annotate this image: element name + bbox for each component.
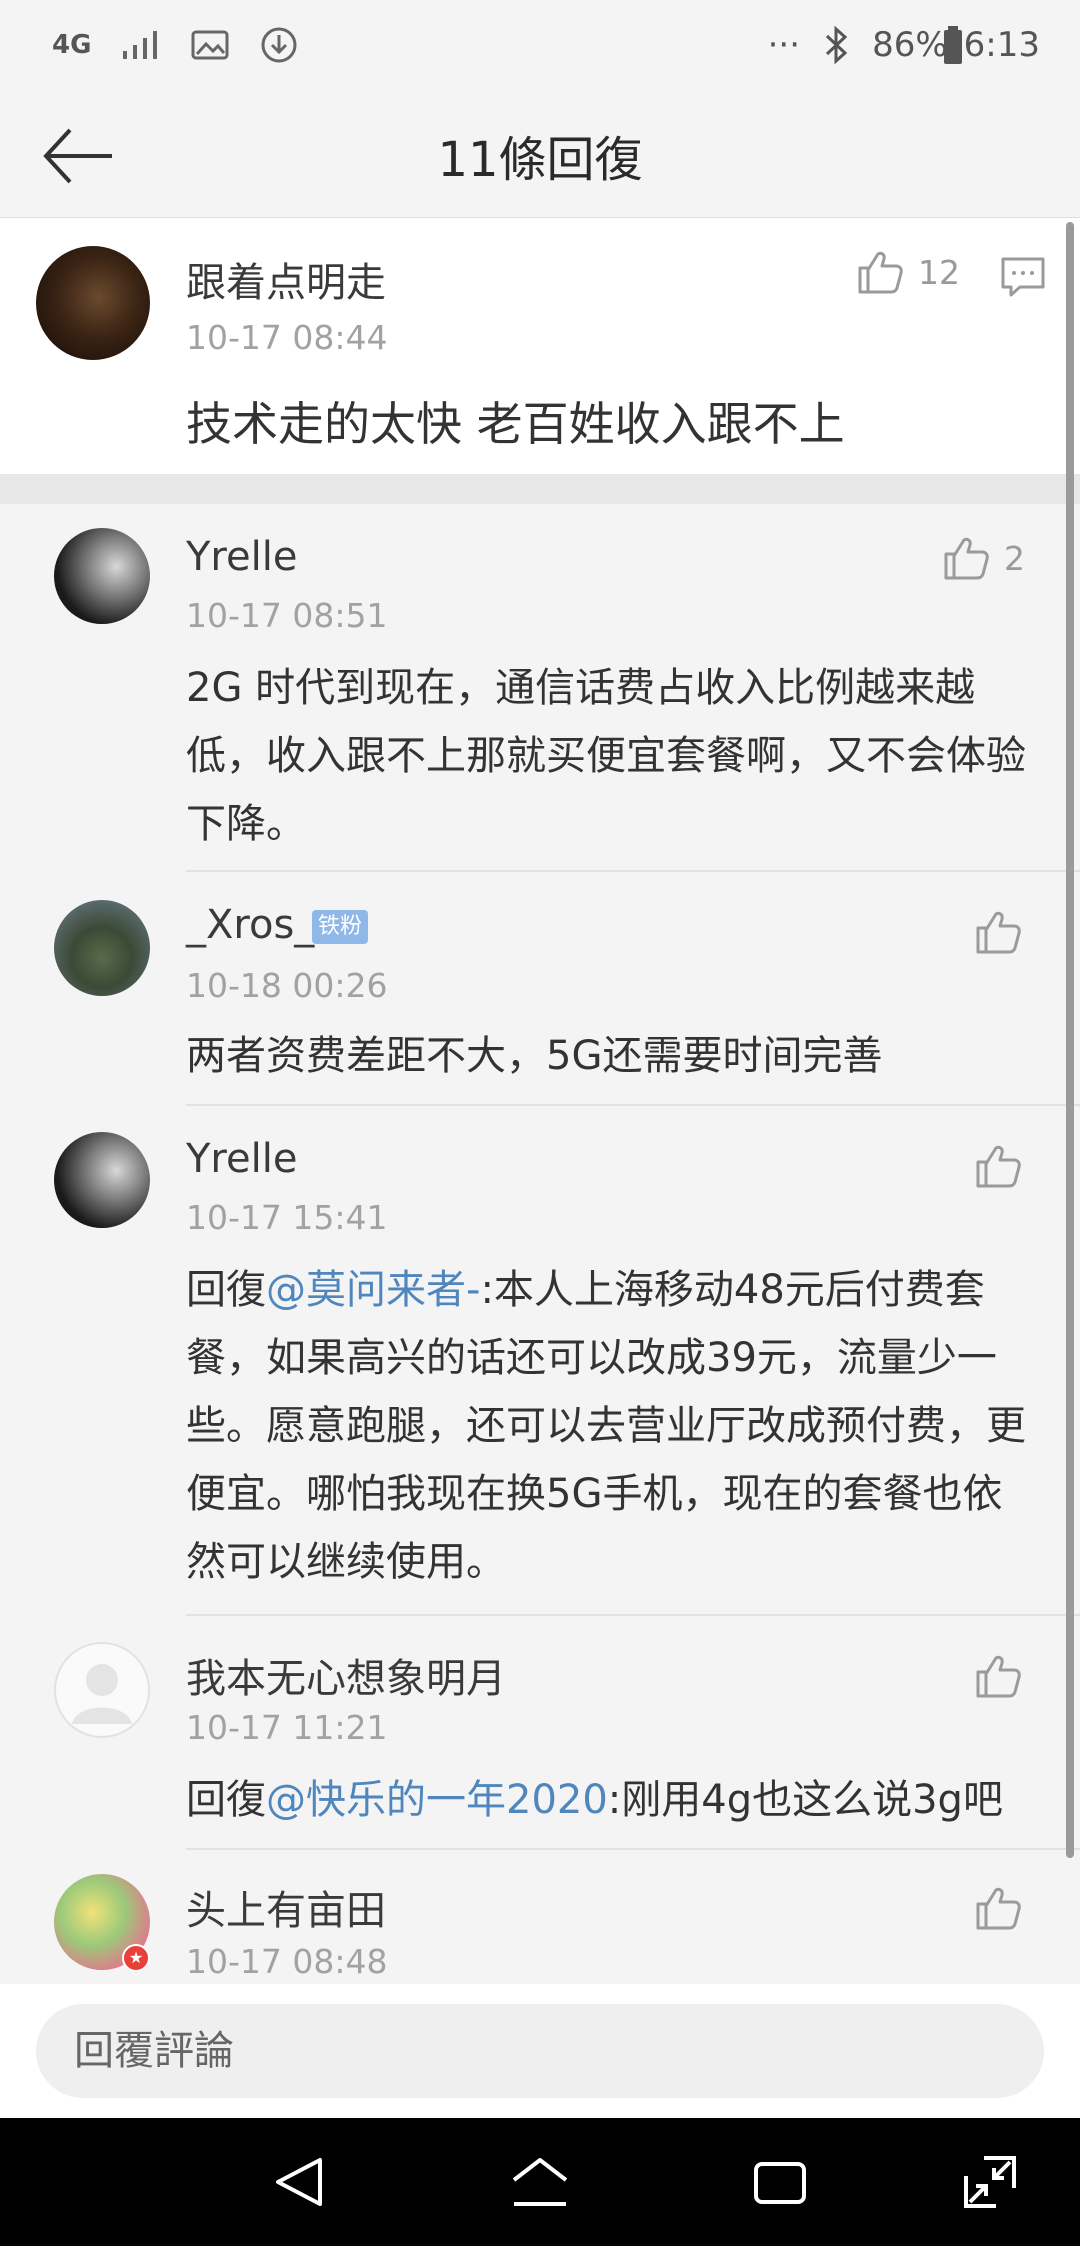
reply-timestamp: 10-18 00:26 [186,966,388,1005]
reply-input[interactable]: 回覆評論 [36,2004,1044,2098]
thumbs-up-icon [944,537,989,580]
status-left: 4G [52,25,329,65]
more-dots: ··· [767,25,801,65]
reply-prefix: 回復 [186,1267,266,1313]
list-item: 我本无心想象明月 10-17 11:21 回復@快乐的一年2020:刚用4g也这… [0,1616,1080,1850]
reply-content: :本人上海移动48元后付费套餐，如果高兴的话还可以改成39元，流量少一些。愿意跑… [186,1267,1026,1585]
like-button[interactable]: 12 [856,248,960,296]
reply-prefix: 回復 [186,1777,266,1823]
reply-text: 两者资费差距不大，5G还需要时间完善 [186,1033,883,1079]
signal-icon [123,31,158,59]
thumbs-up-icon [976,1887,1021,1930]
comment-icon [1001,257,1045,297]
reply-text: 2G 时代到现在，通信话费占收入比例越来越低，收入跟不上那就买便宜套餐啊，又不会… [186,665,1026,847]
download-icon [261,27,297,63]
reply-timestamp: 10-17 11:21 [186,1708,388,1747]
battery-icon [943,26,962,64]
status-right: ··· 86% 6:13 [746,25,1040,65]
clock: 6:13 [963,25,1040,65]
nav-back-button[interactable] [268,2150,332,2214]
thumbs-up-icon [976,1655,1021,1698]
reply-timestamp: 10-17 08:48 [186,1942,388,1981]
section-separator [0,474,1080,504]
reply-text: 回復@快乐的一年2020:刚用4g也这么说3g吧 [186,1766,1036,1834]
network-type: 4G [52,30,92,60]
image-icon [191,30,229,60]
fan-badge: 铁粉 [312,910,369,944]
avatar[interactable] [54,900,150,996]
mention-link[interactable]: @莫问来者- [266,1267,480,1313]
like-count: 2 [1004,538,1025,578]
thumbs-up-icon [976,911,1021,954]
status-bar: 4G ··· 86% 6:13 [0,0,1080,90]
like-button[interactable]: 2 [942,534,1025,582]
page-title: 11條回復 [437,132,643,188]
mention-link[interactable]: @快乐的一年2020 [266,1777,608,1823]
like-button[interactable] [974,1652,1022,1700]
list-item: ★ 头上有亩田 10-17 08:48 [0,1850,1080,1984]
avatar[interactable] [54,1132,150,1228]
nav-home-button[interactable] [508,2150,572,2214]
comment-username[interactable]: 跟着点明走 [186,250,386,308]
reply-list: Yrelle 10-17 08:51 2G 时代到现在，通信话费占收入比例越来越… [0,504,1080,1984]
like-button[interactable] [974,1142,1022,1190]
reply-username[interactable]: Yrelle [186,1136,297,1182]
verified-badge-icon: ★ [122,1944,150,1972]
thumbs-up-icon [976,1145,1021,1188]
like-button[interactable] [974,908,1022,956]
bluetooth-icon [826,25,848,65]
reply-username[interactable]: _Xros_ [186,902,314,948]
battery-percent: 86% [872,25,948,65]
nav-expand-icon [964,2156,1016,2208]
avatar[interactable] [54,1642,150,1738]
avatar[interactable] [54,528,150,624]
nav-back-icon [276,2158,322,2206]
default-avatar-icon [72,1664,132,1724]
4g-icon: 4G [52,30,92,60]
avatar[interactable] [36,246,150,360]
reply-text: 回復@莫问来者-:本人上海移动48元后付费套餐，如果高兴的话还可以改成39元，流… [186,1256,1036,1596]
like-count: 12 [918,252,960,292]
comment-text: 技术走的太快 老百姓收入跟不上 [186,397,845,451]
list-item: _Xros_ 铁粉 10-18 00:26 两者资费差距不大，5G还需要时间完善 [0,872,1080,1106]
nav-expand-button[interactable] [958,2150,1022,2214]
nav-home-icon [512,2158,568,2206]
reply-content: :刚用4g也这么说3g吧 [607,1777,1003,1823]
reply-button[interactable] [1000,256,1046,302]
reply-timestamp: 10-17 08:51 [186,596,388,635]
reply-username[interactable]: Yrelle [186,534,297,580]
reply-username[interactable]: 我本无心想象明月 [186,1646,506,1704]
comment-timestamp: 10-17 08:44 [186,318,388,357]
title-bar: 11條回復 [0,90,1080,218]
reply-username[interactable]: 头上有亩田 [186,1878,386,1936]
like-button[interactable] [974,1884,1022,1932]
navigation-bar [0,2118,1080,2246]
bottom-input-bar: 回覆評論 [0,1984,1080,2118]
nav-recents-icon [754,2162,806,2204]
thumbs-up-icon [858,251,903,294]
main-comment: 跟着点明走 10-17 08:44 技术走的太快 老百姓收入跟不上 12 [0,218,1080,474]
nav-recents-button[interactable] [748,2150,812,2214]
scrollbar[interactable] [1066,222,1074,1858]
list-item: Yrelle 10-17 15:41 回復@莫问来者-:本人上海移动48元后付费… [0,1106,1080,1616]
reply-timestamp: 10-17 15:41 [186,1198,388,1237]
list-item: Yrelle 10-17 08:51 2G 时代到现在，通信话费占收入比例越来越… [0,504,1080,872]
